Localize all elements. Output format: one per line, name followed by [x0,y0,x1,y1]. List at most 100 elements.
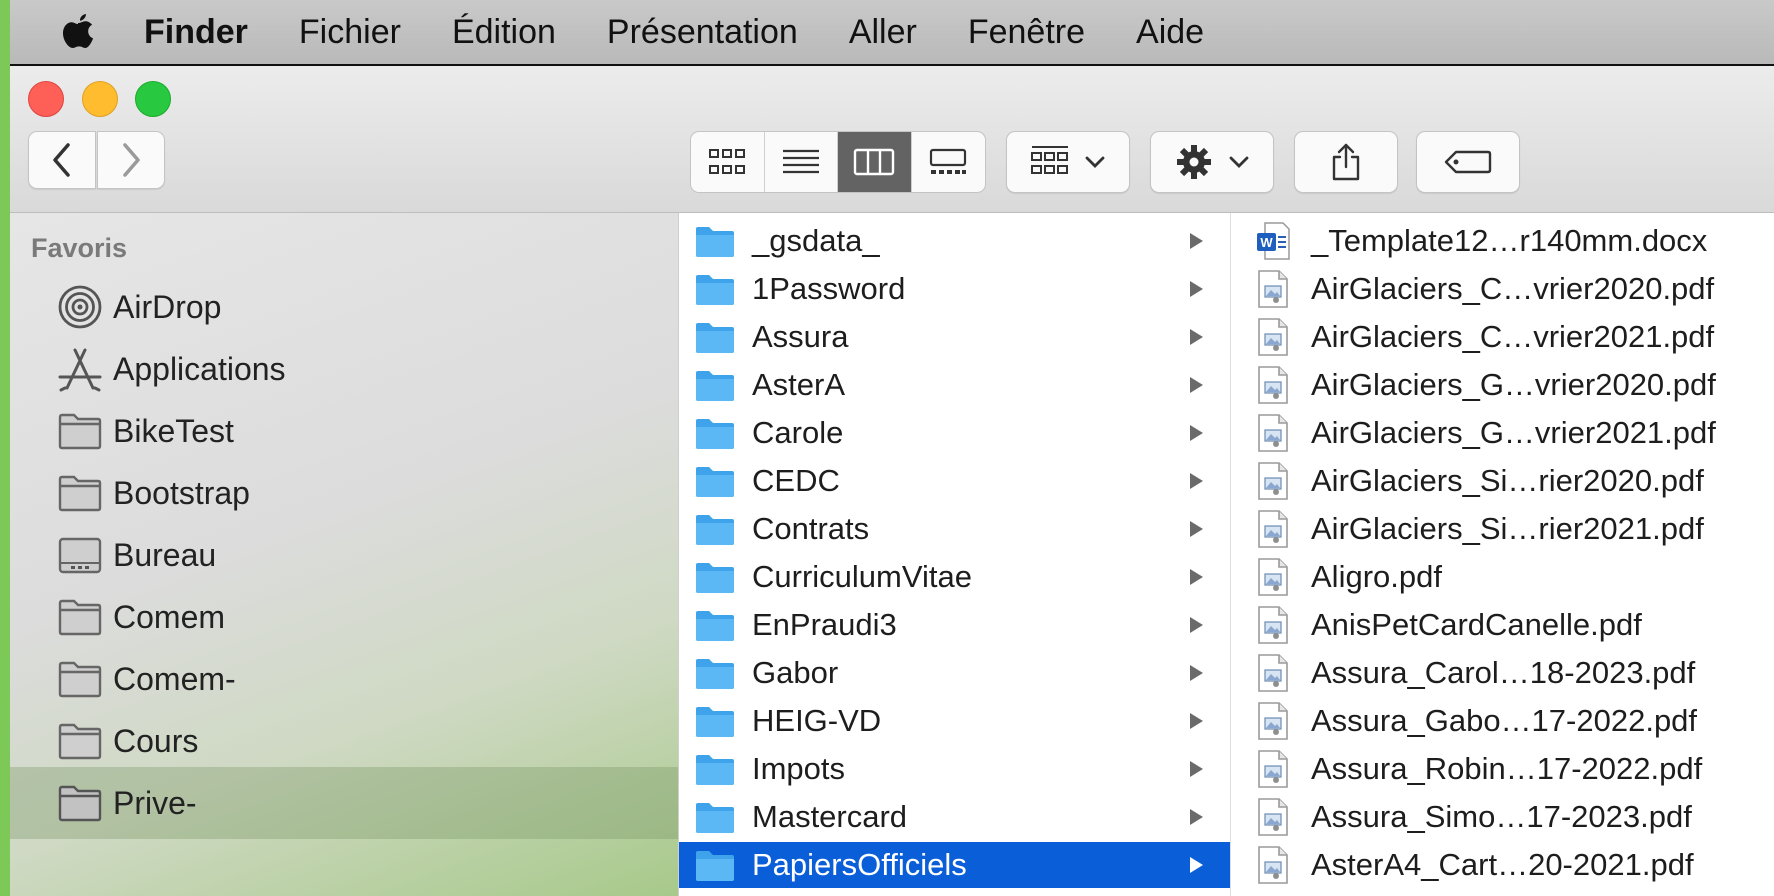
file-row[interactable]: AirGlaciers_C…vrier2021.pdf [1231,314,1774,360]
folder-row[interactable]: Mastercard [679,794,1230,840]
column-view-button[interactable] [838,132,912,192]
sidebar-item-bureau[interactable]: Bureau [55,527,675,583]
sidebar-item-label: AirDrop [113,288,222,325]
file-row[interactable]: Assura_Robin…17-2022.pdf [1231,746,1774,792]
folder-name: _gsdata_ [752,223,880,258]
menu-fenetre[interactable]: Fenêtre [968,13,1085,52]
pdf-document-icon [1251,797,1295,837]
sidebar-section-favorites: Favoris [31,233,128,263]
sidebar-item-airdrop[interactable]: AirDrop [55,279,675,335]
folder-row[interactable]: Contrats [679,506,1230,552]
folder-name: Gabor [752,655,839,690]
folder-row[interactable]: PapiersOfficiels [679,842,1230,888]
file-row[interactable]: Assura_Simo…17-2023.pdf [1231,794,1774,840]
folder-row[interactable]: Assura [679,314,1230,360]
folder-row[interactable]: EnPraudi3 [679,602,1230,648]
folder-name: CEDC [752,463,840,498]
gallery-view-button[interactable] [912,132,986,192]
action-button[interactable] [1150,131,1274,193]
menu-aide[interactable]: Aide [1136,13,1204,52]
menu-finder[interactable]: Finder [144,13,248,52]
folder-icon [693,317,737,357]
zoom-window-button[interactable] [135,81,171,117]
folder-row[interactable]: AsterA [679,362,1230,408]
airdrop-icon [55,283,105,331]
chevron-right-icon [123,143,140,177]
pdf-document-icon [1251,317,1295,357]
pdf-document-icon [1251,605,1295,645]
minimize-window-button[interactable] [82,81,118,117]
word-document-icon: W [1251,221,1295,261]
folder-row[interactable]: HEIG-VD [679,698,1230,744]
menu-fichier[interactable]: Fichier [299,13,401,52]
file-row[interactable]: W _Template12…r140mm.docx [1231,218,1774,264]
file-row[interactable]: AnisPetCardCanelle.pdf [1231,602,1774,648]
file-name: Assura_Gabo…17-2022.pdf [1311,703,1698,738]
file-row[interactable]: AirGlaciers_Si…rier2021.pdf [1231,506,1774,552]
folder-row[interactable]: 1Password [679,266,1230,312]
file-row[interactable]: AirGlaciers_G…vrier2021.pdf [1231,410,1774,456]
sidebar-item-biketest[interactable]: BikeTest [55,403,675,459]
file-row[interactable]: AirGlaciers_C…vrier2020.pdf [1231,266,1774,312]
folders-column: _gsdata_ 1Password Assura AsterA Carole CEDC C… [679,213,1231,896]
disclosure-arrow-icon [1188,519,1208,539]
pdf-document-icon [1251,365,1295,405]
folder-name: Mastercard [752,799,908,834]
folder-icon [693,605,737,645]
menu-edition[interactable]: Édition [452,13,556,52]
disclosure-arrow-icon [1188,759,1208,779]
sidebar-item-cours[interactable]: Cours [55,713,675,769]
file-name: AirGlaciers_C…vrier2021.pdf [1311,319,1715,354]
folder-name: 1Password [752,271,906,306]
tag-icon [1444,150,1492,174]
menu-presentation[interactable]: Présentation [607,13,798,52]
folder-row[interactable]: _gsdata_ [679,218,1230,264]
back-button[interactable] [28,131,96,189]
apple-menu-icon[interactable] [58,10,102,54]
file-row[interactable]: AsterA4_Cart…20-2021.pdf [1231,842,1774,888]
folder-icon [693,461,737,501]
folder-row[interactable]: CEDC [679,458,1230,504]
pdf-document-icon [1251,413,1295,453]
file-row[interactable]: Assura_Carol…18-2023.pdf [1231,650,1774,696]
folder-row[interactable]: Gabor [679,650,1230,696]
file-row[interactable]: AirGlaciers_Si…rier2020.pdf [1231,458,1774,504]
folder-icon [693,365,737,405]
folder-row[interactable]: Impots [679,746,1230,792]
folder-row[interactable]: Carole [679,410,1230,456]
share-button[interactable] [1294,131,1398,193]
disclosure-arrow-icon [1188,711,1208,731]
finder-window: Favoris AirDrop Applications BikeTest Bo… [10,66,1774,896]
file-row[interactable]: AirGlaciers_G…vrier2020.pdf [1231,362,1774,408]
pdf-document-icon [1251,269,1295,309]
sidebar-item-comem[interactable]: Comem [55,589,675,645]
folder-name: HEIG-VD [752,703,882,738]
sidebar-item-comem-dash[interactable]: Comem- [55,651,675,707]
file-name: _Template12…r140mm.docx [1311,223,1708,258]
folder-name: Contrats [752,511,870,546]
menu-aller[interactable]: Aller [849,13,917,52]
sidebar-item-label: BikeTest [113,412,234,449]
group-icon [1031,146,1068,174]
desktop-folder-icon [55,531,105,579]
sidebar-item-prive[interactable]: Prive- [10,767,678,839]
file-row[interactable]: Aligro.pdf [1231,554,1774,600]
icon-view-button[interactable] [691,132,765,192]
chevron-left-icon [53,143,70,177]
folder-icon [693,269,737,309]
sidebar-item-label: Applications [113,350,286,387]
group-by-button[interactable] [1006,131,1130,193]
sidebar-item-bootstrap[interactable]: Bootstrap [55,465,675,521]
disclosure-arrow-icon [1188,663,1208,683]
folder-name: CurriculumVitae [752,559,972,594]
file-name: AirGlaciers_G…vrier2020.pdf [1311,367,1716,402]
list-view-button[interactable] [765,132,838,192]
file-row[interactable]: Assura_Gabo…17-2022.pdf [1231,698,1774,744]
sidebar-item-label: Comem [113,598,226,635]
sidebar-item-label: Comem- [113,660,236,697]
folder-row[interactable]: CurriculumVitae [679,554,1230,600]
tag-button[interactable] [1416,131,1520,193]
sidebar-item-applications[interactable]: Applications [55,341,675,397]
close-window-button[interactable] [28,81,64,117]
forward-button[interactable] [97,131,165,189]
